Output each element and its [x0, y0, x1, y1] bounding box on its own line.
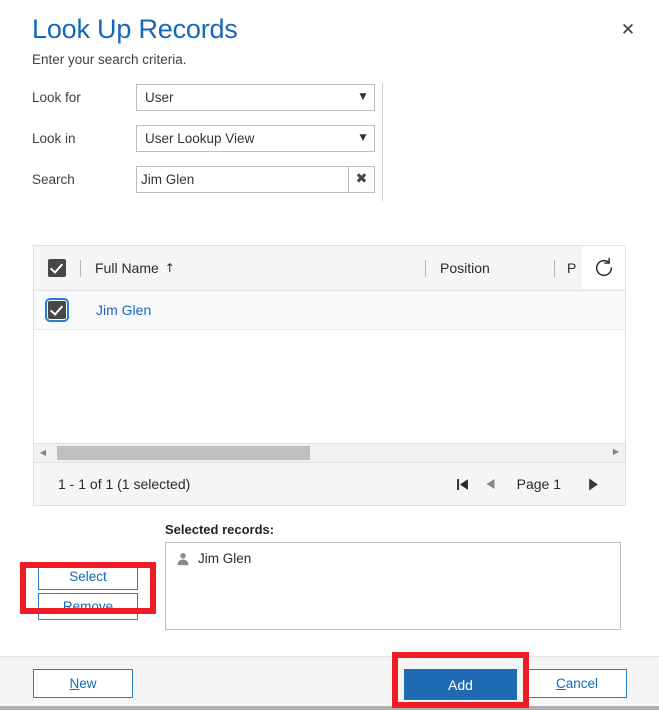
chevron-down-icon: ▼: [359, 91, 367, 102]
selected-records-box[interactable]: Jim Glen: [165, 542, 621, 630]
record-count-label: 1 - 1 of 1 (1 selected): [58, 476, 191, 492]
close-icon[interactable]: ✕: [615, 17, 641, 43]
look-for-row: Look for User ▼: [32, 83, 659, 111]
first-page-icon[interactable]: [449, 470, 477, 498]
search-field-wrapper[interactable]: Jim Glen ✖: [136, 165, 375, 193]
look-for-select[interactable]: User ▼: [136, 83, 375, 111]
row-full-name[interactable]: Jim Glen: [81, 302, 426, 318]
dialog-header: Look Up Records Enter your search criter…: [0, 0, 659, 69]
table-row[interactable]: Jim Glen +1 (4: [34, 291, 625, 330]
cancel-button[interactable]: Cancel: [527, 669, 627, 698]
look-for-value: User: [145, 89, 174, 105]
chevron-down-icon: ▼: [359, 132, 367, 143]
look-in-label: Look in: [32, 130, 76, 146]
previous-page-icon[interactable]: [477, 470, 505, 498]
page-subtitle: Enter your search criteria.: [32, 52, 187, 67]
look-for-label: Look for: [32, 89, 81, 105]
page-title: Look Up Records: [32, 14, 238, 44]
refresh-icon[interactable]: [582, 246, 625, 289]
column-header-full-name[interactable]: Full Name ↑: [81, 260, 425, 276]
sort-ascending-icon: ↑: [164, 261, 175, 275]
previous-page-glyph: [486, 479, 495, 489]
look-in-row: Look in User Lookup View ▼: [32, 124, 659, 152]
clear-search-icon[interactable]: ✖: [348, 166, 374, 192]
scrollbar-track[interactable]: [52, 446, 607, 460]
select-button[interactable]: Select: [38, 563, 138, 590]
person-icon: [176, 552, 190, 566]
new-button-label: ew: [79, 676, 97, 691]
remove-button[interactable]: Remove: [38, 593, 138, 620]
add-button[interactable]: Add: [404, 669, 517, 700]
column-header-full-name-label: Full Name: [95, 260, 159, 276]
selection-action-buttons: Select Remove: [38, 563, 138, 620]
next-page-icon[interactable]: [579, 470, 607, 498]
dialog-footer: New Add Cancel: [0, 656, 659, 710]
cancel-button-accel: C: [555, 676, 566, 691]
page-number-label: Page 1: [516, 476, 561, 492]
search-criteria-form: Look for User ▼ Look in User Lookup View…: [0, 83, 659, 201]
results-grid: Full Name ↑ Position P Jim Glen +1 (4: [33, 245, 626, 506]
horizontal-scrollbar[interactable]: ◀ ▶: [34, 443, 625, 462]
new-button[interactable]: New: [33, 669, 133, 698]
next-page-glyph: [588, 478, 598, 490]
new-button-accel: N: [69, 676, 80, 691]
grid-body: Jim Glen +1 (4: [34, 291, 625, 443]
selected-records-area: Selected records: Jim Glen Select Remove: [0, 520, 659, 650]
select-all-cell: [34, 259, 80, 277]
pagination: Page 1: [449, 470, 607, 498]
row-select-cell: [34, 298, 80, 322]
cancel-button-label: ancel: [565, 676, 599, 691]
search-input[interactable]: Jim Glen: [137, 167, 348, 192]
select-all-checkbox[interactable]: [48, 259, 66, 277]
scroll-right-icon[interactable]: ▶: [607, 448, 625, 456]
look-in-select[interactable]: User Lookup View ▼: [136, 124, 375, 152]
column-header-position[interactable]: Position: [426, 260, 554, 276]
search-label: Search: [32, 171, 75, 187]
search-row: Search Jim Glen ✖: [32, 165, 659, 193]
scroll-left-icon[interactable]: ◀: [34, 449, 52, 457]
selected-records-label: Selected records:: [165, 522, 275, 537]
first-page-glyph: [457, 478, 469, 490]
grid-header-row: Full Name ↑ Position P: [34, 246, 625, 291]
row-checkbox[interactable]: [45, 298, 69, 322]
look-in-value: User Lookup View: [145, 130, 255, 146]
list-item[interactable]: Jim Glen: [176, 551, 610, 566]
form-divider: [382, 83, 383, 201]
grid-footer: 1 - 1 of 1 (1 selected) Page 1: [34, 462, 625, 505]
list-item-label: Jim Glen: [198, 551, 252, 566]
scrollbar-thumb[interactable]: [57, 446, 310, 460]
